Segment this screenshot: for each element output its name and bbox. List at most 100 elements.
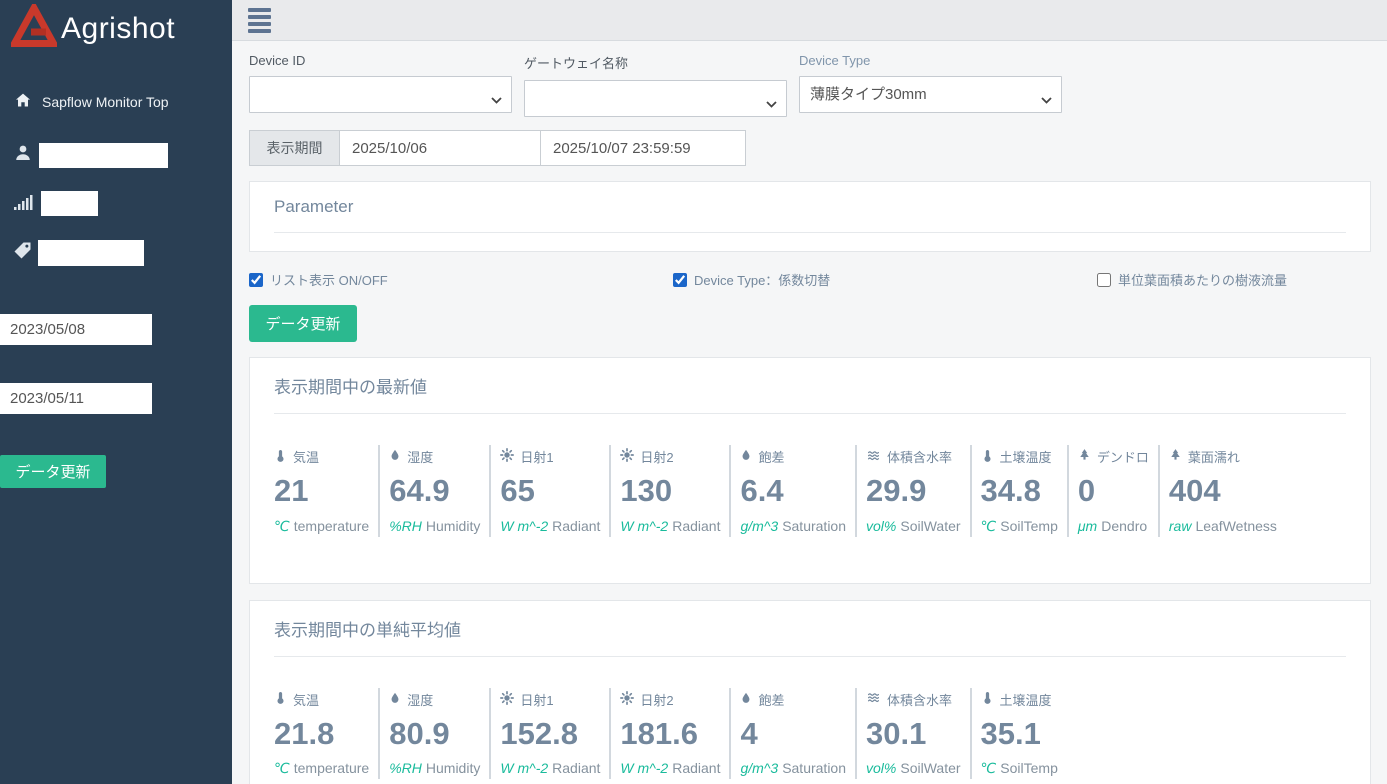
metric-unit-name: Radiant (672, 518, 720, 534)
metric-unit: W m^-2 (500, 760, 548, 776)
sun-icon (620, 448, 634, 465)
checkbox-input[interactable] (1097, 273, 1111, 287)
main-area: Device ID ゲートウェイ名称 Device Ty (232, 0, 1387, 784)
parameter-panel: Parameter (249, 181, 1371, 252)
metric-label: 気温 (293, 690, 319, 709)
agrishot-logo-icon (11, 4, 57, 53)
metric-tile: 体積含水率30.1vol%SoilWater (866, 688, 972, 780)
thermometer-icon (981, 690, 994, 708)
sidebar-item-sapflow-monitor-top[interactable]: Sapflow Monitor Top (14, 92, 169, 111)
metric-value: 34.8 (981, 473, 1058, 509)
menu-toggle-icon[interactable] (248, 8, 271, 33)
latest-values-panel: 表示期間中の最新値 気温21℃temperature湿度64.9%RHHumid… (249, 357, 1371, 584)
panel-divider (274, 232, 1346, 233)
checkbox-input[interactable] (673, 273, 687, 287)
metric-value: 130 (620, 473, 720, 509)
period-end-input[interactable] (540, 130, 746, 166)
metric-tile: 飽差6.4g/m^3Saturation (740, 445, 857, 537)
checkbox-label: Device Type：係数切替 (694, 270, 830, 289)
metric-unit: ℃ (274, 760, 290, 776)
panel-title: 表示期間中の単純平均値 (274, 616, 1346, 641)
metric-tile: 日射165W m^-2Radiant (500, 445, 611, 537)
metric-unit: μm (1078, 518, 1097, 534)
metric-unit-name: Radiant (672, 760, 720, 776)
metric-value: 35.1 (981, 716, 1058, 752)
options-row: リスト表示 ON/OFF Device Type：係数切替 単位葉面積あたりの樹液流… (249, 270, 1371, 289)
signal-bars-icon (13, 189, 36, 217)
device-type-select[interactable]: 薄膜タイプ30mm (799, 76, 1062, 113)
top-navbar (232, 0, 1387, 41)
gateway-label: ゲートウェイ名称 (524, 53, 787, 72)
sun-icon (500, 691, 514, 708)
metric-tile: 気温21.8℃temperature (274, 688, 380, 780)
metric-value: 4 (740, 716, 846, 752)
metric-value: 152.8 (500, 716, 600, 752)
sidebar-tag-row (12, 240, 144, 266)
sidebar-date-to-input[interactable] (0, 383, 152, 414)
metric-label: 日射2 (640, 690, 673, 709)
device-type-label: Device Type (799, 53, 1062, 68)
sidebar-home-label: Sapflow Monitor Top (42, 94, 169, 110)
average-values-panel: 表示期間中の単純平均値 気温21.8℃temperature湿度80.9%RHH… (249, 600, 1371, 784)
period-start-input[interactable] (339, 130, 541, 166)
agrishot-logo[interactable]: Agrishot (11, 4, 175, 53)
metric-label: 湿度 (407, 690, 433, 709)
metric-unit: W m^-2 (500, 518, 548, 534)
thermometer-icon (274, 448, 287, 466)
droplet-icon (740, 691, 752, 708)
metric-label: 体積含水率 (887, 447, 952, 466)
gateway-select[interactable] (524, 80, 787, 117)
metric-unit: W m^-2 (620, 518, 668, 534)
thermometer-icon (274, 690, 287, 708)
display-period-label: 表示期間 (249, 130, 340, 166)
sidebar: Agrishot Sapflow Monitor Top (0, 0, 232, 784)
logo-text: Agrishot (61, 12, 175, 46)
metric-value: 64.9 (389, 473, 480, 509)
metric-value: 404 (1169, 473, 1277, 509)
metric-tile: 葉面濡れ404rawLeafWetness (1169, 445, 1286, 537)
tag-icon (12, 241, 32, 266)
metric-unit-name: Radiant (552, 760, 600, 776)
checkbox-input[interactable] (249, 273, 263, 287)
tag-value-redacted-box (38, 240, 144, 266)
metric-unit-name: Saturation (782, 760, 846, 776)
sun-icon (620, 691, 634, 708)
metric-unit: g/m^3 (740, 760, 778, 776)
sidebar-user-row (13, 142, 168, 169)
metric-unit-name: temperature (294, 760, 369, 776)
panel-divider (274, 656, 1346, 657)
checkbox-label: リスト表示 ON/OFF (270, 270, 388, 289)
sun-icon (500, 448, 514, 465)
metric-label: 日射1 (520, 447, 553, 466)
metric-value: 30.1 (866, 716, 961, 752)
device-id-select[interactable] (249, 76, 512, 113)
metric-unit: ℃ (981, 760, 997, 776)
device-type-field: Device Type 薄膜タイプ30mm (799, 53, 1062, 117)
data-update-button[interactable]: データ更新 (249, 305, 357, 342)
option-checkbox-2[interactable]: 単位葉面積あたりの樹液流量 (1097, 270, 1287, 289)
panel-title: Parameter (274, 197, 1346, 217)
waves-icon (866, 449, 881, 465)
metric-unit-name: Humidity (426, 760, 480, 776)
metric-value: 21 (274, 473, 369, 509)
user-value-redacted-box (39, 143, 168, 168)
metric-unit: vol% (866, 518, 896, 534)
metric-tile: 体積含水率 29.9 vol%SoilWater (866, 445, 972, 537)
gateway-field: ゲートウェイ名称 (524, 53, 787, 117)
metric-label: 気温 (293, 447, 319, 466)
metric-unit-name: SoilWater (900, 518, 960, 534)
tree-icon (1078, 448, 1091, 465)
metric-unit: ℃ (981, 518, 997, 534)
option-checkbox-1[interactable]: Device Type：係数切替 (673, 270, 1097, 289)
sidebar-date-from-input[interactable] (0, 314, 152, 345)
metric-value: 29.9 (866, 473, 961, 509)
metric-label: 土壌温度 (1000, 447, 1052, 466)
metric-unit: g/m^3 (740, 518, 778, 534)
metrics-row: 気温21℃temperature湿度64.9%RHHumidity日射165W … (274, 445, 1346, 537)
metric-tile: 飽差4g/m^3Saturation (740, 688, 857, 780)
metric-tile: 日射1152.8W m^-2Radiant (500, 688, 611, 780)
sidebar-data-update-button[interactable]: データ更新 (0, 455, 106, 488)
option-checkbox-0[interactable]: リスト表示 ON/OFF (249, 270, 673, 289)
metric-value: 65 (500, 473, 600, 509)
metric-tile: 土壌温度35.1℃SoilTemp (981, 688, 1067, 780)
